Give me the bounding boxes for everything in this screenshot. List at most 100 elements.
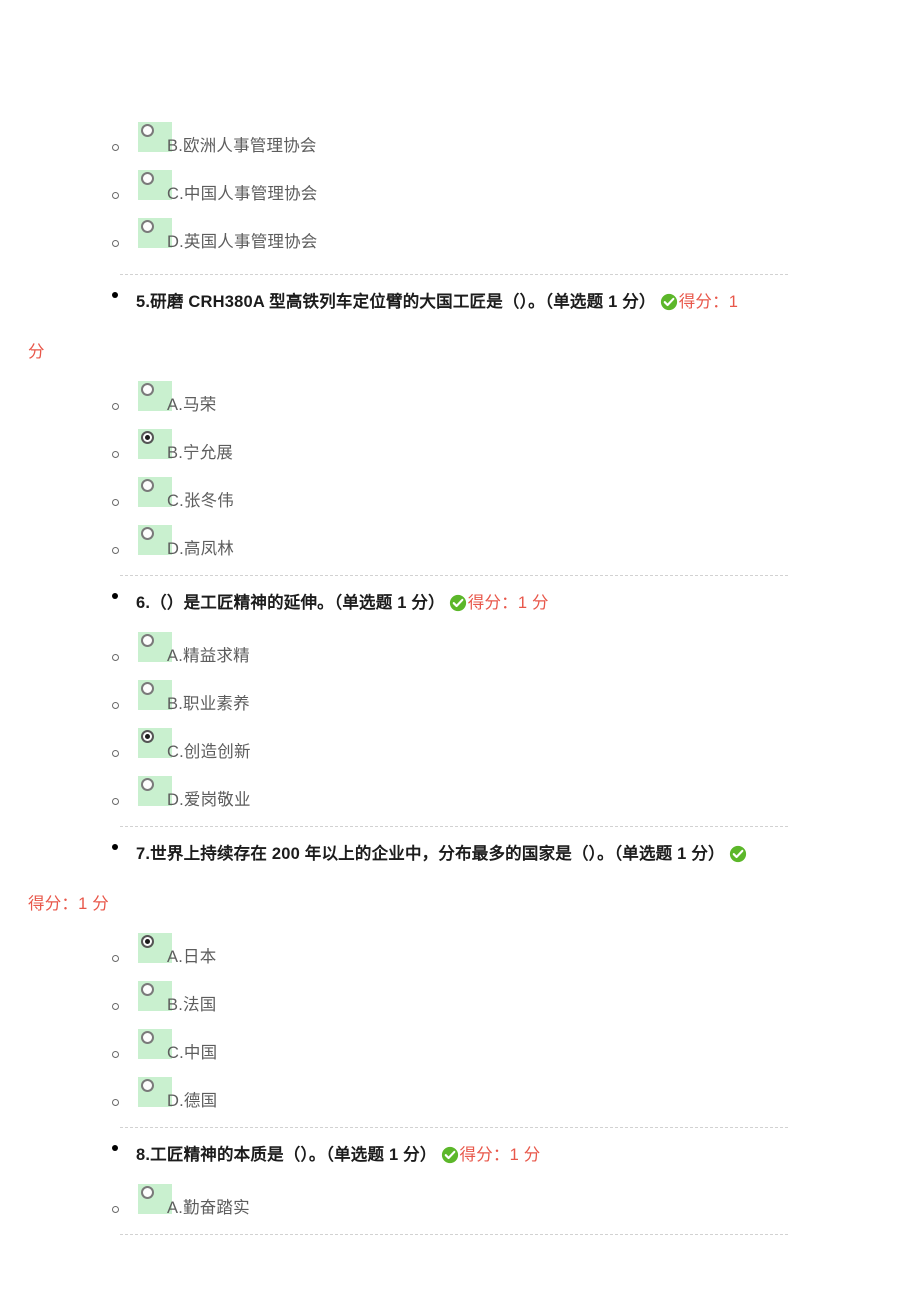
check-circle-icon [660,281,678,311]
question-stem: 研磨 CRH380A 型高铁列车定位臂的大国工匠是（）。 [150,293,545,311]
option-label: A.马荣 [167,396,217,414]
option-label: A.勤奋踏实 [167,1199,250,1217]
list-item[interactable]: C.创造创新 [0,724,920,772]
list-bullet-icon [112,1206,119,1213]
question-text: 6.（）是工匠精神的延伸。（单选题 1 分） 得分：1 分 [136,594,549,612]
list-bullet-icon [112,1051,119,1058]
radio-button[interactable] [141,124,154,137]
question-number: 5. [136,293,151,311]
question-meta: （单选题 1 分） [613,845,725,863]
radio-button[interactable] [141,383,154,396]
question-stem: （）是工匠精神的延伸。 [150,594,334,612]
radio-button[interactable] [141,172,154,185]
list-item[interactable]: A.勤奋踏实 [0,1180,920,1228]
list-item[interactable]: B.职业素养 [0,676,920,724]
radio-button-selected[interactable] [141,730,154,743]
score-text: 得分：1 分 [459,1146,541,1164]
radio-button-selected[interactable] [141,431,154,444]
list-bullet-icon [112,750,119,757]
question-stem-row-continued: 得分：1 分 [0,879,920,929]
question-meta: （单选题 1 分） [333,594,445,612]
question-block-7: 7.世界上持续存在 200 年以上的企业中，分布最多的国家是（）。（单选题 1 … [0,829,920,1121]
list-item[interactable]: C.中国 [0,1025,920,1073]
question-bullet-icon [112,1145,118,1151]
options-list: A.马荣 B.宁允展 C.张冬伟 D.高凤林 [0,377,920,569]
question-stem-row: 6.（）是工匠精神的延伸。（单选题 1 分） 得分：1 分 [0,578,920,628]
option-label: B.法国 [167,996,217,1014]
check-circle-icon [449,582,467,612]
option-label: D.英国人事管理协会 [167,233,318,251]
list-item[interactable]: C.中国人事管理协会 [0,166,920,214]
options-list: A.精益求精 B.职业素养 C.创造创新 D.爱岗敬业 [0,628,920,820]
score-text: 得分：1 [678,293,739,311]
question-stem: 世界上持续存在 200 年以上的企业中，分布最多的国家是（）。 [150,845,614,863]
radio-button[interactable] [141,527,154,540]
radio-button[interactable] [141,479,154,492]
question-bullet-icon [112,292,118,298]
radio-button[interactable] [141,778,154,791]
list-bullet-icon [112,451,119,458]
list-item[interactable]: D.英国人事管理协会 [0,214,920,262]
score-text: 得分：1 分 [467,594,549,612]
list-item[interactable]: A.马荣 [0,377,920,425]
list-bullet-icon [112,1003,119,1010]
list-item[interactable]: A.精益求精 [0,628,920,676]
radio-button[interactable] [141,1079,154,1092]
list-item[interactable]: B.欧洲人事管理协会 [0,118,920,166]
list-bullet-icon [112,499,119,506]
question-stem-row-continued: 分 [0,327,920,377]
option-label: B.宁允展 [167,444,234,462]
list-item[interactable]: B.法国 [0,977,920,1025]
question-divider [120,575,788,576]
list-bullet-icon [112,547,119,554]
option-label: B.欧洲人事管理协会 [167,137,317,155]
list-item[interactable]: D.爱岗敬业 [0,772,920,820]
question-stem-row: 7.世界上持续存在 200 年以上的企业中，分布最多的国家是（）。（单选题 1 … [0,829,920,879]
question-divider [120,274,788,275]
radio-button[interactable] [141,1031,154,1044]
list-bullet-icon [112,798,119,805]
radio-button[interactable] [141,634,154,647]
list-bullet-icon [112,654,119,661]
exam-result-page: B.欧洲人事管理协会 C.中国人事管理协会 D.英国人事管理协会 5.研磨 CR… [0,0,920,1302]
option-label: D.高凤林 [167,540,234,558]
option-label: A.精益求精 [167,647,250,665]
list-item[interactable]: A.日本 [0,929,920,977]
list-bullet-icon [112,240,119,247]
question-divider [120,1127,788,1128]
check-circle-icon [441,1134,459,1164]
list-bullet-icon [112,702,119,709]
list-item[interactable]: C.张冬伟 [0,473,920,521]
list-item[interactable]: D.德国 [0,1073,920,1121]
radio-button[interactable] [141,1186,154,1199]
question-bullet-icon [112,844,118,850]
check-circle-icon [729,833,747,863]
question-meta: （单选题 1 分） [544,293,656,311]
question-stem-row: 5.研磨 CRH380A 型高铁列车定位臂的大国工匠是（）。（单选题 1 分） 得… [0,277,920,327]
radio-button-selected[interactable] [141,935,154,948]
option-label: A.日本 [167,948,217,966]
question-divider [120,1234,788,1235]
option-label: C.张冬伟 [167,492,234,510]
list-item[interactable]: D.高凤林 [0,521,920,569]
question-block-5: 5.研磨 CRH380A 型高铁列车定位臂的大国工匠是（）。（单选题 1 分） 得… [0,277,920,569]
question-divider [120,826,788,827]
question-stem-row: 8.工匠精神的本质是（）。（单选题 1 分） 得分：1 分 [0,1130,920,1180]
radio-button[interactable] [141,682,154,695]
option-label: D.爱岗敬业 [167,791,251,809]
option-label: C.中国人事管理协会 [167,185,318,203]
options-list: A.勤奋踏实 [0,1180,920,1228]
question-block-6: 6.（）是工匠精神的延伸。（单选题 1 分） 得分：1 分 A.精益求精 B.职业… [0,578,920,820]
list-item[interactable]: B.宁允展 [0,425,920,473]
question-text: 5.研磨 CRH380A 型高铁列车定位臂的大国工匠是（）。（单选题 1 分） 得… [136,293,738,311]
question-bullet-icon [112,593,118,599]
list-bullet-icon [112,955,119,962]
partial-question-options: B.欧洲人事管理协会 C.中国人事管理协会 D.英国人事管理协会 [0,118,920,262]
list-bullet-icon [112,192,119,199]
question-number: 6. [136,594,151,612]
score-text-continued: 分 [28,343,45,361]
question-block-8: 8.工匠精神的本质是（）。（单选题 1 分） 得分：1 分 A.勤奋踏实 [0,1130,920,1228]
radio-button[interactable] [141,220,154,233]
option-label: C.中国 [167,1044,218,1062]
radio-button[interactable] [141,983,154,996]
